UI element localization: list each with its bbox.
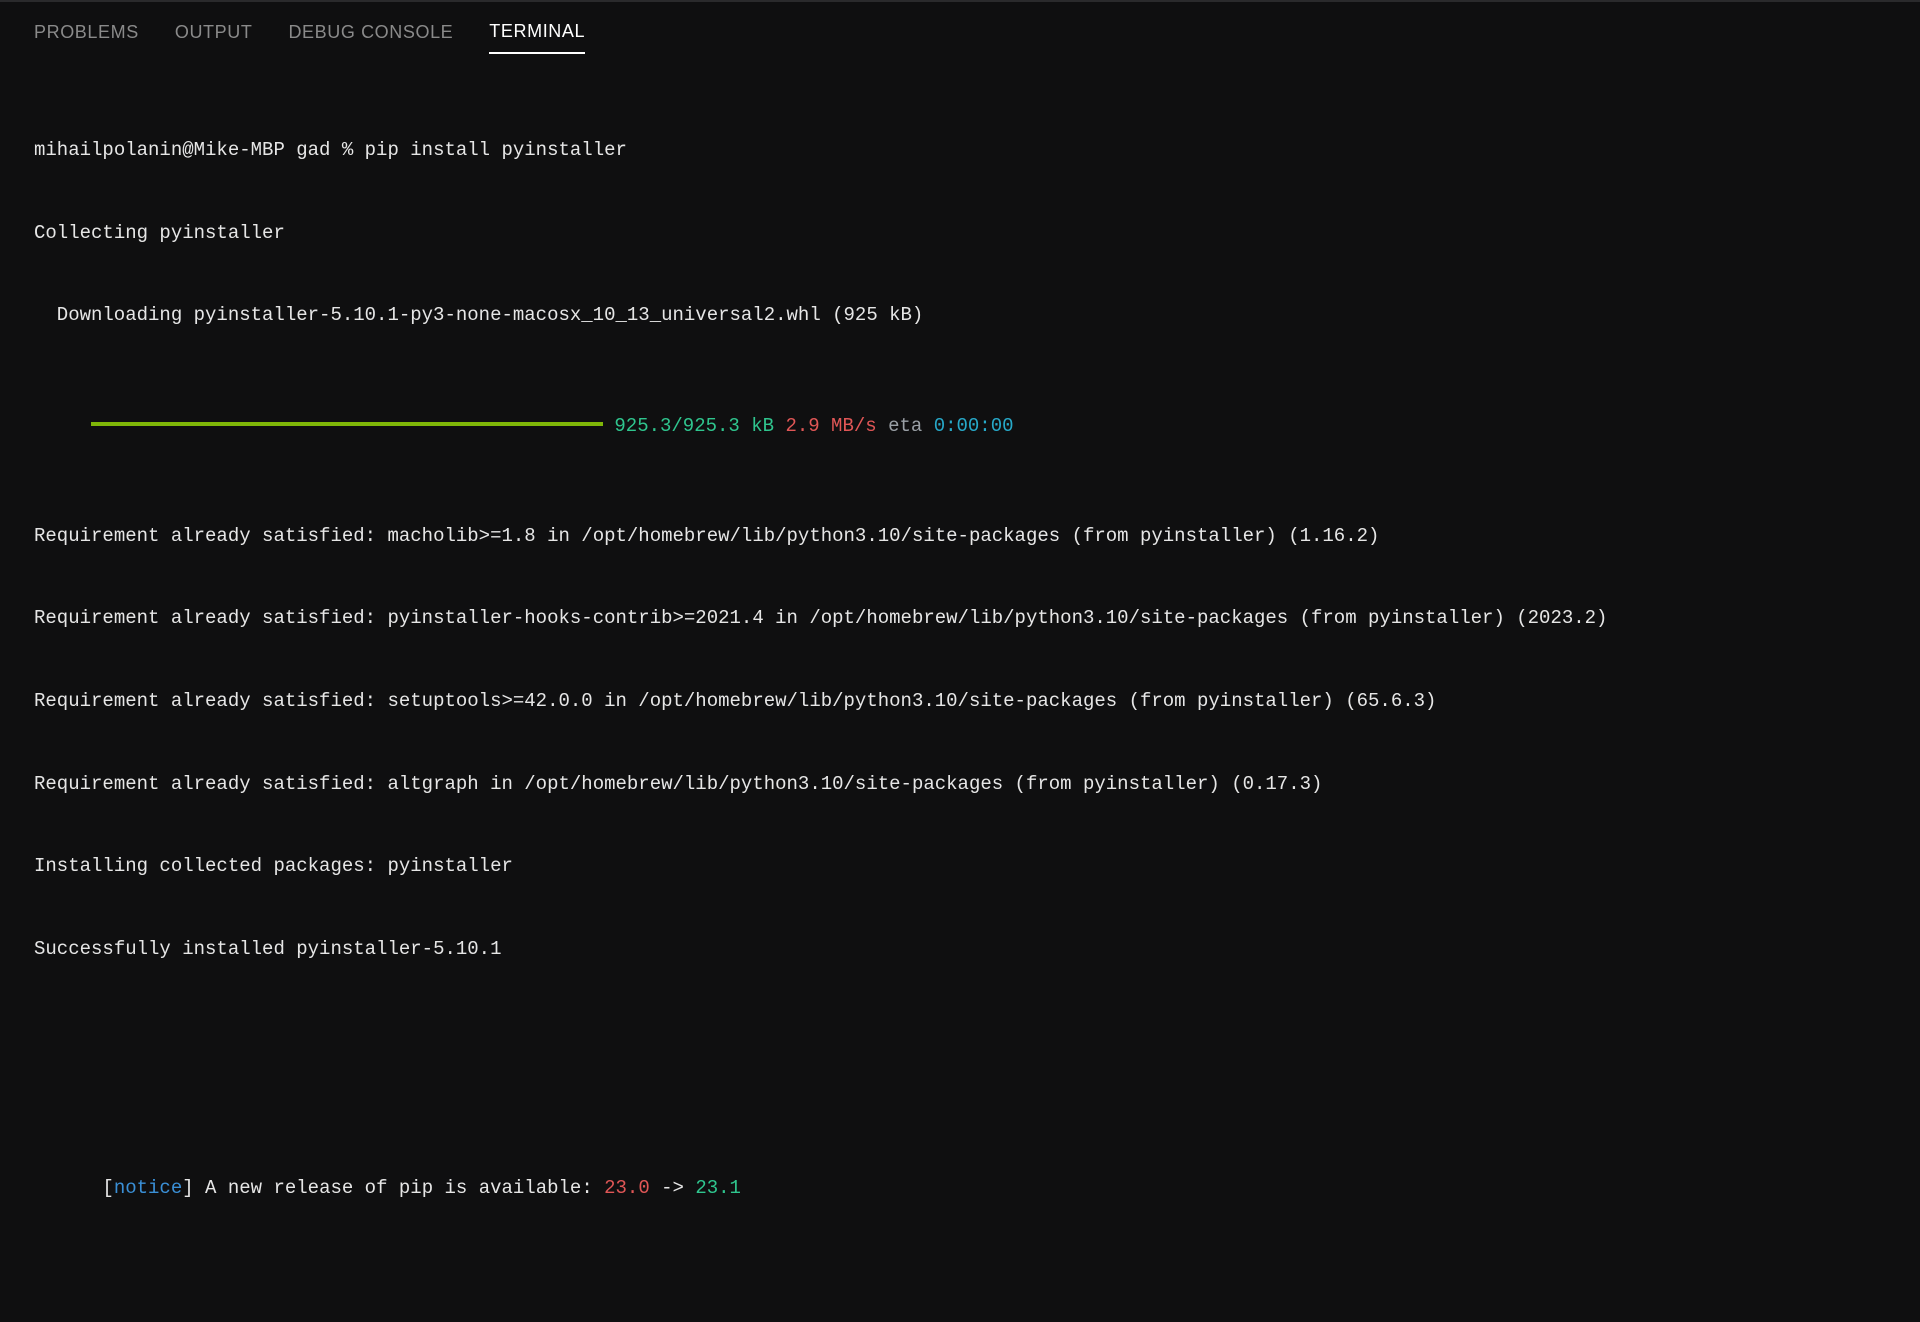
output-line: Downloading pyinstaller-5.10.1-py3-none-… — [34, 302, 1886, 330]
terminal-output[interactable]: mihailpolanin@Mike-MBP gad % pip install… — [0, 60, 1920, 1322]
bracket: ] — [182, 1177, 193, 1199]
output-line: Successfully installed pyinstaller-5.10.… — [34, 936, 1886, 964]
old-version: 23.0 — [604, 1177, 650, 1199]
output-line: Requirement already satisfied: altgraph … — [34, 771, 1886, 799]
eta-label: eta — [888, 413, 922, 441]
notice-line: [notice] A new release of pip is availab… — [34, 1148, 1886, 1231]
eta-time: 0:00:00 — [934, 413, 1014, 441]
bracket: [ — [102, 1177, 113, 1199]
output-line: Requirement already satisfied: setuptool… — [34, 688, 1886, 716]
notice-line: [notice] To update, run: python3.10 -m p… — [34, 1313, 1886, 1322]
output-line: Collecting pyinstaller — [34, 220, 1886, 248]
notice-tag: notice — [114, 1177, 182, 1199]
output-line: Requirement already satisfied: macholib>… — [34, 523, 1886, 551]
progress-bar — [91, 422, 603, 426]
panel-tabs: PROBLEMS OUTPUT DEBUG CONSOLE TERMINAL — [0, 2, 1920, 60]
notice-text: A new release of pip is available: — [194, 1177, 604, 1199]
prompt-line: mihailpolanin@Mike-MBP gad % pip install… — [34, 137, 1886, 165]
arrow: -> — [650, 1177, 696, 1199]
tab-debug-console[interactable]: DEBUG CONSOLE — [288, 19, 453, 53]
progress-speed: 2.9 MB/s — [785, 413, 876, 441]
tab-terminal[interactable]: TERMINAL — [489, 18, 585, 54]
new-version: 23.1 — [695, 1177, 741, 1199]
tab-output[interactable]: OUTPUT — [175, 19, 253, 53]
tab-problems[interactable]: PROBLEMS — [34, 19, 139, 53]
progress-line: 925.3/925.3 kB 2.9 MB/s eta 0:00:00 — [34, 413, 1886, 441]
output-line: Installing collected packages: pyinstall… — [34, 853, 1886, 881]
output-line: Requirement already satisfied: pyinstall… — [34, 605, 1886, 633]
progress-size: 925.3/925.3 kB — [614, 413, 774, 441]
bottom-panel: PROBLEMS OUTPUT DEBUG CONSOLE TERMINAL m… — [0, 0, 1920, 661]
